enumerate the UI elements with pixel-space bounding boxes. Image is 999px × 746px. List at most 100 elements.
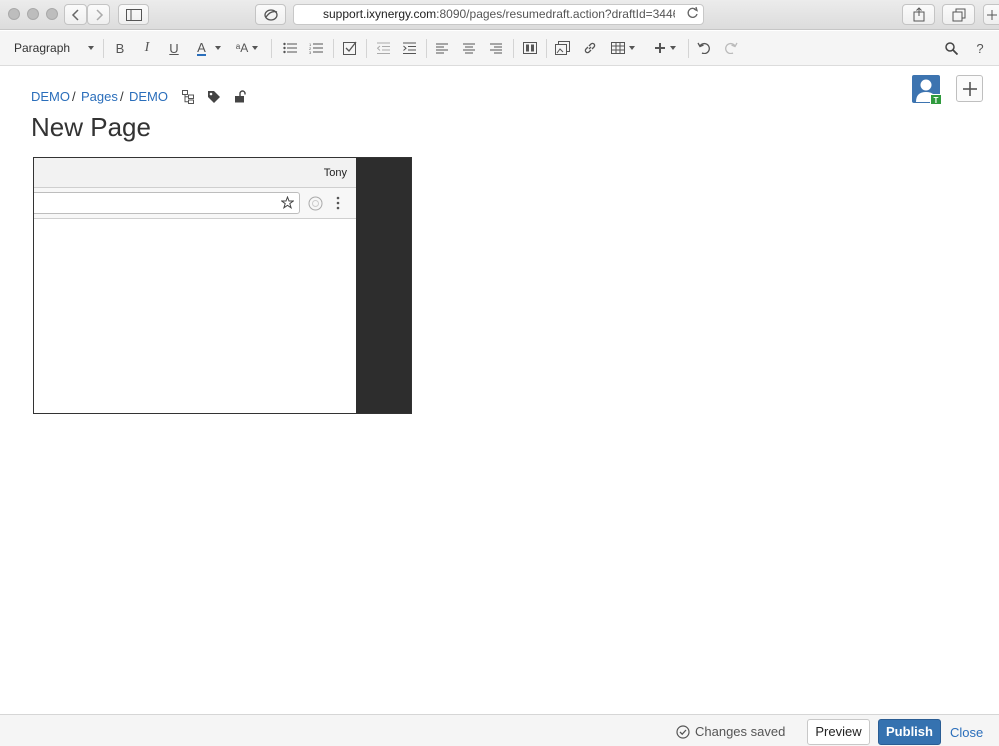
toolbar-divider bbox=[103, 39, 104, 58]
chevron-down-icon bbox=[214, 46, 221, 50]
page-title[interactable]: New Page bbox=[31, 112, 151, 143]
undo-button[interactable] bbox=[694, 31, 714, 65]
user-initial-badge: T bbox=[930, 94, 942, 105]
breadcrumb-parent-link[interactable]: DEMO bbox=[129, 89, 168, 104]
toolbar-divider bbox=[426, 39, 427, 58]
tag-icon bbox=[207, 90, 220, 103]
insert-link-button[interactable] bbox=[580, 31, 600, 65]
undo-icon bbox=[697, 42, 710, 54]
paragraph-style-dropdown[interactable]: Paragraph bbox=[14, 31, 95, 65]
forward-icon bbox=[95, 8, 103, 21]
outdent-button[interactable] bbox=[373, 31, 393, 65]
align-center-icon bbox=[463, 43, 475, 53]
reload-icon[interactable] bbox=[686, 6, 699, 24]
table-icon bbox=[611, 42, 625, 54]
align-center-button[interactable] bbox=[459, 31, 479, 65]
page-layout-icon bbox=[523, 42, 537, 54]
redo-icon bbox=[725, 42, 738, 54]
sidebar-icon bbox=[125, 8, 142, 21]
star-icon bbox=[280, 195, 295, 214]
close-button[interactable]: Close bbox=[950, 725, 983, 740]
bullet-list-icon bbox=[283, 42, 297, 54]
task-list-button[interactable] bbox=[340, 31, 360, 65]
indent-icon bbox=[402, 42, 416, 54]
bullet-list-button[interactable] bbox=[280, 31, 300, 65]
labels-button[interactable] bbox=[205, 88, 222, 105]
zoom-window-button[interactable] bbox=[46, 8, 58, 20]
paragraph-style-label: Paragraph bbox=[14, 41, 71, 55]
save-status-text: Changes saved bbox=[695, 724, 786, 739]
bold-icon: B bbox=[115, 40, 125, 56]
share-icon bbox=[913, 7, 924, 22]
tabs-button[interactable] bbox=[942, 4, 975, 25]
embedded-dark-panel bbox=[356, 158, 411, 413]
numbered-list-icon: 123 bbox=[309, 42, 323, 54]
redo-button[interactable] bbox=[721, 31, 741, 65]
align-left-icon bbox=[436, 43, 448, 53]
outdent-icon bbox=[376, 42, 390, 54]
numbered-list-button[interactable]: 123 bbox=[306, 31, 326, 65]
restrictions-button[interactable] bbox=[232, 88, 248, 105]
back-button[interactable] bbox=[64, 4, 87, 25]
invite-collaborator-button[interactable] bbox=[956, 75, 983, 102]
text-formatting-icon: ᵃA bbox=[235, 41, 249, 55]
toolbar-divider bbox=[546, 39, 547, 58]
new-tab-icon bbox=[987, 9, 997, 20]
indent-button[interactable] bbox=[399, 31, 419, 65]
breadcrumb-separator: / bbox=[72, 89, 76, 104]
page-layout-button[interactable] bbox=[520, 31, 540, 65]
align-right-button[interactable] bbox=[486, 31, 506, 65]
insert-table-button[interactable] bbox=[608, 31, 638, 65]
tabs-icon bbox=[952, 8, 965, 21]
editor-footer: Changes saved Preview Publish Close bbox=[0, 714, 999, 746]
help-icon: ? bbox=[976, 40, 984, 56]
page-location-button[interactable] bbox=[180, 88, 196, 105]
checkbox-icon bbox=[343, 41, 357, 55]
kebab-menu-icon bbox=[336, 196, 340, 215]
align-left-button[interactable] bbox=[432, 31, 452, 65]
address-bar[interactable]: support.ixynergy.com:8090/pages/resumedr… bbox=[293, 4, 704, 25]
svg-text:3: 3 bbox=[309, 50, 312, 54]
sidebar-button[interactable] bbox=[118, 4, 149, 25]
embedded-url-field bbox=[34, 192, 300, 214]
find-replace-button[interactable] bbox=[941, 31, 961, 65]
italic-button[interactable]: I bbox=[138, 31, 156, 65]
underline-button[interactable]: U bbox=[165, 31, 183, 65]
publish-button[interactable]: Publish bbox=[878, 719, 941, 745]
embedded-address-bar bbox=[34, 188, 356, 219]
help-button[interactable]: ? bbox=[970, 31, 990, 65]
reader-icon bbox=[263, 8, 278, 21]
editor-toolbar: Paragraph B I U A ᵃA 123 ? bbox=[0, 31, 999, 66]
check-circle-icon bbox=[676, 724, 690, 739]
save-status: Changes saved bbox=[676, 724, 785, 739]
insert-more-button[interactable] bbox=[650, 31, 680, 65]
insert-files-button[interactable] bbox=[552, 31, 572, 65]
toolbar-divider bbox=[688, 39, 689, 58]
search-icon bbox=[944, 41, 958, 55]
toolbar-divider bbox=[271, 39, 272, 58]
chevron-down-icon bbox=[670, 46, 676, 50]
close-window-button[interactable] bbox=[8, 8, 20, 20]
embedded-screenshot-image[interactable]: Tony bbox=[33, 157, 412, 414]
text-color-button[interactable]: A bbox=[192, 31, 226, 65]
insert-image-icon bbox=[554, 41, 570, 55]
link-icon bbox=[584, 42, 596, 54]
breadcrumb-space-link[interactable]: DEMO bbox=[31, 89, 70, 104]
align-right-icon bbox=[490, 43, 502, 53]
toolbar-divider bbox=[513, 39, 514, 58]
forward-button[interactable] bbox=[87, 4, 110, 25]
text-formatting-button[interactable]: ᵃA bbox=[232, 31, 262, 65]
bold-button[interactable]: B bbox=[110, 31, 130, 65]
url-text: support.ixynergy.com:8090/pages/resumedr… bbox=[323, 7, 675, 21]
minimize-window-button[interactable] bbox=[27, 8, 39, 20]
browser-titlebar: support.ixynergy.com:8090/pages/resumedr… bbox=[0, 0, 999, 30]
new-tab-button[interactable] bbox=[983, 4, 999, 25]
preview-button[interactable]: Preview bbox=[807, 719, 870, 745]
reader-button[interactable] bbox=[255, 4, 286, 25]
breadcrumb-separator: / bbox=[120, 89, 124, 104]
embedded-user-name: Tony bbox=[323, 167, 347, 179]
share-button[interactable] bbox=[902, 4, 935, 25]
embedded-titlebar: Tony bbox=[34, 158, 356, 188]
breadcrumb-pages-link[interactable]: Pages bbox=[81, 89, 118, 104]
back-icon bbox=[71, 8, 79, 21]
